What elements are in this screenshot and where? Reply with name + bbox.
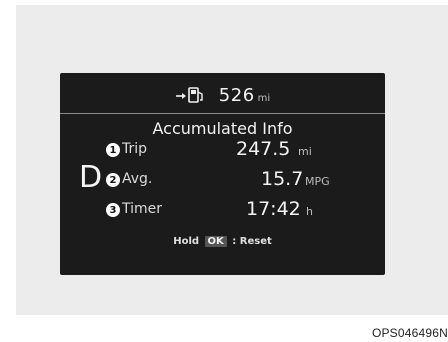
display-title: Accumulated Info: [152, 119, 293, 138]
badge-3: 3: [106, 203, 120, 217]
fuel-pump-arrow-icon: [175, 87, 203, 103]
timer-row: 3 Timer 17:42 h: [106, 198, 356, 223]
range-row: 526 mi: [60, 83, 385, 109]
trip-label: Trip: [122, 141, 148, 157]
timer-unit: h: [306, 205, 313, 218]
avg-row: 2 Avg. 15.7 MPG: [106, 168, 356, 193]
avg-label: Avg.: [122, 171, 153, 187]
hold-suffix: : Reset: [232, 236, 272, 247]
avg-unit: MPG: [305, 175, 330, 188]
badge-1: 1: [106, 143, 120, 157]
range-value: 526: [218, 85, 255, 106]
cluster-display: 526 mi Accumulated Info D 1 Trip 247.5 m…: [60, 73, 385, 275]
gear-indicator: D: [79, 160, 103, 195]
timer-value: 17:42: [246, 198, 301, 220]
avg-value: 15.7: [261, 168, 304, 190]
divider: [60, 113, 385, 114]
trip-value: 247.5: [236, 138, 291, 160]
ok-key: OK: [204, 236, 227, 247]
hold-prefix: Hold: [173, 236, 200, 247]
figure-code: OPS046496N: [371, 326, 448, 340]
range-unit: mi: [257, 93, 271, 104]
trip-row: 1 Trip 247.5 mi: [106, 138, 356, 163]
hold-reset-hint: Hold OK : Reset: [60, 236, 385, 247]
badge-2: 2: [106, 173, 120, 187]
timer-label: Timer: [122, 201, 163, 217]
trip-unit: mi: [298, 145, 312, 158]
